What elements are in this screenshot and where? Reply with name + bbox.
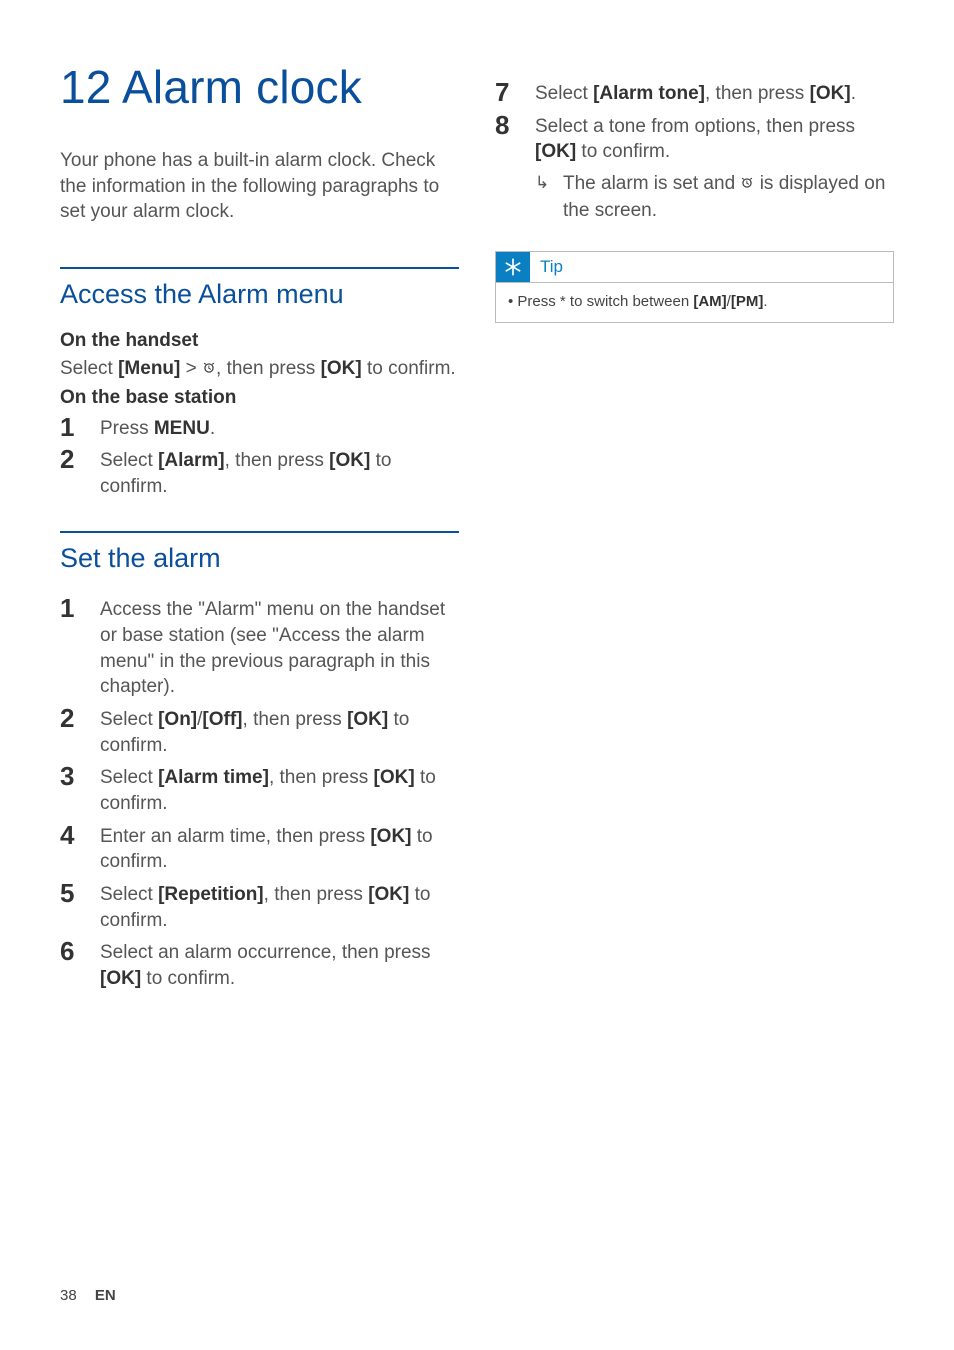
tip-box: Tip Press * to switch between [AM]/[PM]. bbox=[495, 251, 894, 323]
chapter-title: 12 Alarm clock bbox=[60, 60, 459, 114]
set-step-7: 7 Select [Alarm tone], then press [OK]. bbox=[495, 78, 894, 107]
page: 12 Alarm clock Your phone has a built-in… bbox=[0, 0, 954, 1350]
alarm-clock-icon bbox=[202, 357, 216, 383]
access-step-1: 1 Press MENU. bbox=[60, 413, 459, 442]
section-access-alarm: Access the Alarm menu On the handset Sel… bbox=[60, 267, 459, 500]
section-title-access: Access the Alarm menu bbox=[60, 279, 459, 310]
chapter-number: 12 bbox=[60, 61, 112, 113]
set-step-3: 3 Select [Alarm time], then press [OK] t… bbox=[60, 762, 459, 816]
tip-asterisk-icon bbox=[496, 252, 530, 282]
tip-bullet: Press * to switch between [AM]/[PM]. bbox=[508, 291, 881, 312]
section-set-alarm: Set the alarm 1 Access the "Alarm" menu … bbox=[60, 531, 459, 991]
result-arrow-icon: ↳ bbox=[535, 171, 563, 223]
set-step-2: 2 Select [On]/[Off], then press [OK] to … bbox=[60, 704, 459, 758]
base-subhead: On the base station bbox=[60, 387, 459, 409]
handset-line: Select [Menu] > , then press [OK] to con… bbox=[60, 356, 459, 383]
page-footer: 38 EN bbox=[60, 1287, 116, 1304]
page-number: 38 bbox=[60, 1287, 77, 1304]
intro-paragraph: Your phone has a built-in alarm clock. C… bbox=[60, 148, 459, 225]
chapter-name: Alarm clock bbox=[122, 61, 362, 113]
right-column: 7 Select [Alarm tone], then press [OK]. … bbox=[495, 60, 894, 1023]
access-steps: 1 Press MENU. 2 Select [Alarm], then pre… bbox=[60, 413, 459, 500]
two-column-layout: 12 Alarm clock Your phone has a built-in… bbox=[60, 60, 894, 1023]
alarm-clock-icon bbox=[740, 172, 754, 198]
set-step-1: 1 Access the "Alarm" menu on the handset… bbox=[60, 594, 459, 700]
set-steps-continued: 7 Select [Alarm tone], then press [OK]. … bbox=[495, 78, 894, 165]
language-code: EN bbox=[95, 1287, 116, 1304]
set-step-8: 8 Select a tone from options, then press… bbox=[495, 111, 894, 165]
result-line: ↳ The alarm is set and is displayed on t… bbox=[495, 171, 894, 223]
section-title-set: Set the alarm bbox=[60, 543, 459, 574]
left-column: 12 Alarm clock Your phone has a built-in… bbox=[60, 60, 459, 1023]
set-step-4: 4 Enter an alarm time, then press [OK] t… bbox=[60, 821, 459, 875]
set-step-5: 5 Select [Repetition], then press [OK] t… bbox=[60, 879, 459, 933]
set-step-6: 6 Select an alarm occurrence, then press… bbox=[60, 937, 459, 991]
tip-body: Press * to switch between [AM]/[PM]. bbox=[496, 282, 893, 322]
access-step-2: 2 Select [Alarm], then press [OK] to con… bbox=[60, 445, 459, 499]
tip-header: Tip bbox=[496, 252, 893, 282]
set-steps: 1 Access the "Alarm" menu on the handset… bbox=[60, 594, 459, 991]
handset-subhead: On the handset bbox=[60, 330, 459, 352]
tip-label: Tip bbox=[530, 257, 563, 277]
